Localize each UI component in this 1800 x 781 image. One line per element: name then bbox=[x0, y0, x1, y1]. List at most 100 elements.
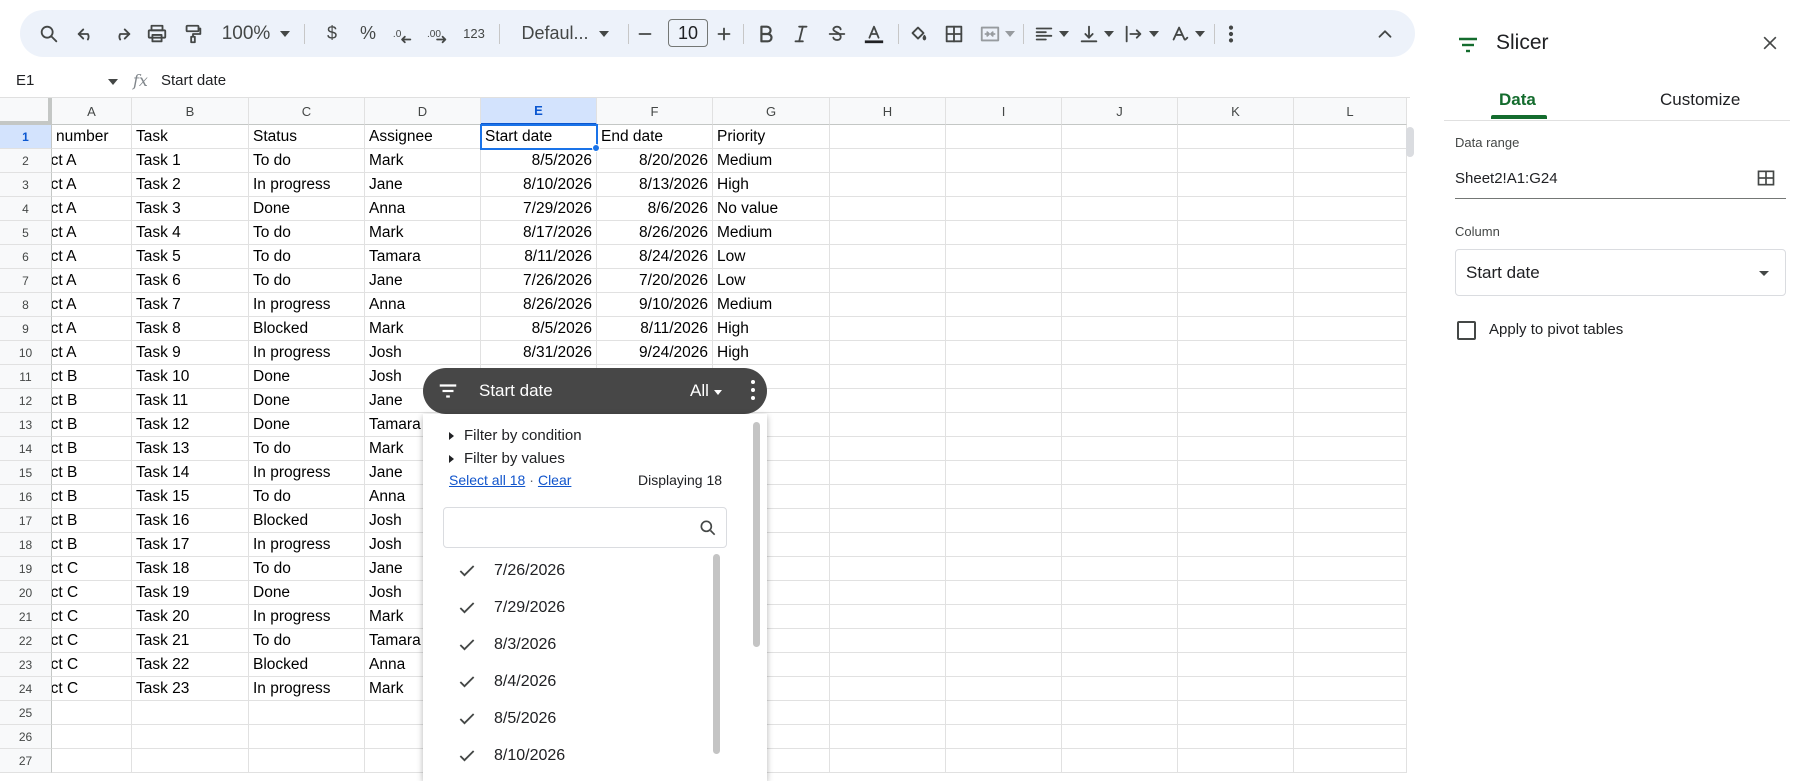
row-header-6[interactable]: 6 bbox=[0, 245, 52, 269]
row-header-22[interactable]: 22 bbox=[0, 629, 52, 653]
cell[interactable] bbox=[830, 125, 946, 149]
cell[interactable]: ect C bbox=[52, 653, 132, 677]
column-header-f[interactable]: F bbox=[597, 98, 713, 125]
row-header-5[interactable]: 5 bbox=[0, 221, 52, 245]
cell[interactable]: Task 21 bbox=[132, 629, 249, 653]
cell[interactable]: 7/26/2026 bbox=[481, 269, 597, 293]
cell[interactable]: Task 19 bbox=[132, 581, 249, 605]
row-header-1[interactable]: 1 bbox=[0, 125, 52, 149]
pivot-tables-checkbox[interactable] bbox=[1457, 321, 1476, 340]
cell[interactable]: 9/10/2026 bbox=[597, 293, 713, 317]
row-header-17[interactable]: 17 bbox=[0, 509, 52, 533]
chevron-down-icon[interactable] bbox=[108, 79, 118, 85]
data-range-input[interactable]: Sheet2!A1:G24 bbox=[1455, 170, 1558, 187]
cell[interactable]: Done bbox=[249, 197, 365, 221]
cell[interactable] bbox=[1062, 149, 1178, 173]
cell[interactable] bbox=[946, 173, 1062, 197]
cell[interactable] bbox=[1062, 533, 1178, 557]
formula-input[interactable]: Start date bbox=[161, 72, 226, 89]
row-header-19[interactable]: 19 bbox=[0, 557, 52, 581]
cell[interactable] bbox=[830, 341, 946, 365]
cell[interactable]: Blocked bbox=[249, 509, 365, 533]
cell[interactable]: High bbox=[713, 317, 830, 341]
column-select[interactable]: Start date bbox=[1455, 249, 1786, 296]
row-header-10[interactable]: 10 bbox=[0, 341, 52, 365]
cell[interactable] bbox=[52, 725, 132, 749]
cell[interactable] bbox=[1062, 221, 1178, 245]
cell[interactable] bbox=[249, 701, 365, 725]
cell[interactable] bbox=[1294, 653, 1407, 677]
cell[interactable] bbox=[1062, 173, 1178, 197]
cell[interactable] bbox=[1294, 461, 1407, 485]
cell[interactable]: In progress bbox=[249, 677, 365, 701]
values-scrollbar[interactable] bbox=[713, 554, 720, 754]
column-header-l[interactable]: L bbox=[1294, 98, 1407, 125]
cell[interactable]: ect B bbox=[52, 533, 132, 557]
row-header-12[interactable]: 12 bbox=[0, 389, 52, 413]
cell[interactable]: 8/24/2026 bbox=[597, 245, 713, 269]
merge-cells-icon[interactable] bbox=[975, 10, 1019, 57]
paint-format-icon[interactable] bbox=[178, 10, 208, 57]
cell[interactable] bbox=[830, 245, 946, 269]
currency-format-button[interactable]: $ bbox=[320, 10, 344, 57]
cell[interactable]: ect B bbox=[52, 389, 132, 413]
cell[interactable] bbox=[1062, 341, 1178, 365]
cell[interactable]: Task 7 bbox=[132, 293, 249, 317]
cell[interactable] bbox=[946, 365, 1062, 389]
cell[interactable]: ect A bbox=[52, 221, 132, 245]
select-all-link[interactable]: Select all 18 bbox=[449, 472, 525, 488]
row-header-27[interactable]: 27 bbox=[0, 749, 52, 773]
row-header-24[interactable]: 24 bbox=[0, 677, 52, 701]
cell[interactable] bbox=[946, 557, 1062, 581]
cell[interactable] bbox=[1178, 485, 1294, 509]
font-size-input[interactable]: 10 bbox=[668, 19, 708, 47]
cell[interactable] bbox=[1062, 461, 1178, 485]
cell[interactable] bbox=[830, 221, 946, 245]
cell[interactable] bbox=[249, 749, 365, 773]
cell[interactable]: 9/24/2026 bbox=[597, 341, 713, 365]
cell[interactable] bbox=[946, 677, 1062, 701]
cell[interactable]: Medium bbox=[713, 149, 830, 173]
cell[interactable]: 8/5/2026 bbox=[481, 149, 597, 173]
cell[interactable]: ect A bbox=[52, 197, 132, 221]
cell[interactable] bbox=[1294, 437, 1407, 461]
cell[interactable] bbox=[132, 749, 249, 773]
cell[interactable]: To do bbox=[249, 629, 365, 653]
cell[interactable] bbox=[1062, 389, 1178, 413]
popup-scrollbar[interactable] bbox=[753, 422, 760, 647]
row-header-25[interactable]: 25 bbox=[0, 701, 52, 725]
cell[interactable] bbox=[830, 197, 946, 221]
more-formats-button[interactable]: 123 bbox=[458, 10, 490, 57]
cell[interactable]: Assignee bbox=[365, 125, 481, 149]
search-menus-icon[interactable] bbox=[34, 10, 64, 57]
cell[interactable] bbox=[1294, 173, 1407, 197]
text-rotation-icon[interactable] bbox=[1166, 10, 1208, 57]
cell[interactable]: Task 1 bbox=[132, 149, 249, 173]
cell[interactable]: To do bbox=[249, 485, 365, 509]
cell[interactable]: 8/11/2026 bbox=[481, 245, 597, 269]
cell[interactable] bbox=[1178, 533, 1294, 557]
cell[interactable] bbox=[946, 461, 1062, 485]
cell[interactable]: ect A bbox=[52, 269, 132, 293]
cell[interactable] bbox=[132, 701, 249, 725]
cell[interactable]: Jane bbox=[365, 269, 481, 293]
row-header-7[interactable]: 7 bbox=[0, 269, 52, 293]
cell[interactable]: Task 11 bbox=[132, 389, 249, 413]
text-color-icon[interactable] bbox=[857, 10, 891, 57]
cell[interactable] bbox=[1294, 221, 1407, 245]
cell[interactable]: ect B bbox=[52, 485, 132, 509]
cell[interactable]: To do bbox=[249, 557, 365, 581]
cell[interactable] bbox=[1294, 197, 1407, 221]
cell[interactable]: ect C bbox=[52, 605, 132, 629]
cell[interactable] bbox=[1062, 557, 1178, 581]
cell[interactable]: Task 18 bbox=[132, 557, 249, 581]
cell[interactable] bbox=[1178, 725, 1294, 749]
cell[interactable]: Blocked bbox=[249, 317, 365, 341]
cell[interactable]: ect C bbox=[52, 581, 132, 605]
slicer-bar[interactable]: Start date All bbox=[423, 368, 767, 414]
row-header-11[interactable]: 11 bbox=[0, 365, 52, 389]
cell[interactable] bbox=[1178, 581, 1294, 605]
cell[interactable]: Mark bbox=[365, 149, 481, 173]
value-option[interactable]: 8/4/2026 bbox=[457, 669, 556, 695]
cell[interactable] bbox=[946, 605, 1062, 629]
